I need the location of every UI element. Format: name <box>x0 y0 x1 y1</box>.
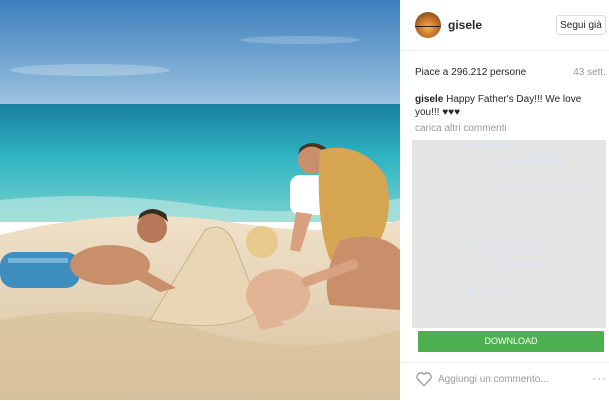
likes-row: Piace a 296.212 persone 43 sett. <box>415 67 609 78</box>
caption-username[interactable]: gisele <box>415 94 443 105</box>
ghost-text-line <box>467 288 507 295</box>
comments-overlay <box>412 140 606 328</box>
ghost-text-line <box>497 260 547 267</box>
load-more-comments-link[interactable]: carica altri commenti <box>415 123 507 134</box>
username-link[interactable]: gisele <box>448 18 482 32</box>
post-photo[interactable] <box>0 0 400 400</box>
beach-photo-illustration <box>0 0 400 400</box>
ghost-text-line <box>472 242 552 249</box>
comment-bar: ··· <box>400 362 609 401</box>
caption: gisele Happy Father's Day!!! We love you… <box>415 93 595 119</box>
post-timestamp[interactable]: 43 sett. <box>573 67 606 78</box>
heart-outline-icon[interactable] <box>415 371 433 387</box>
more-options-icon[interactable]: ··· <box>592 372 607 384</box>
post-header: gisele Segui già <box>400 0 609 51</box>
ghost-text-line <box>507 158 567 165</box>
download-button[interactable]: DOWNLOAD <box>418 331 604 352</box>
avatar-horizon <box>415 26 441 27</box>
avatar[interactable] <box>415 12 441 38</box>
likes-count[interactable]: Piace a 296.212 persone <box>415 67 526 78</box>
post-side-panel: gisele Segui già Piace a 296.212 persone… <box>400 0 609 400</box>
ghost-text-line <box>497 185 592 192</box>
comment-input[interactable] <box>438 372 578 386</box>
ghost-text-line <box>462 142 512 149</box>
following-button[interactable]: Segui già <box>556 15 606 35</box>
